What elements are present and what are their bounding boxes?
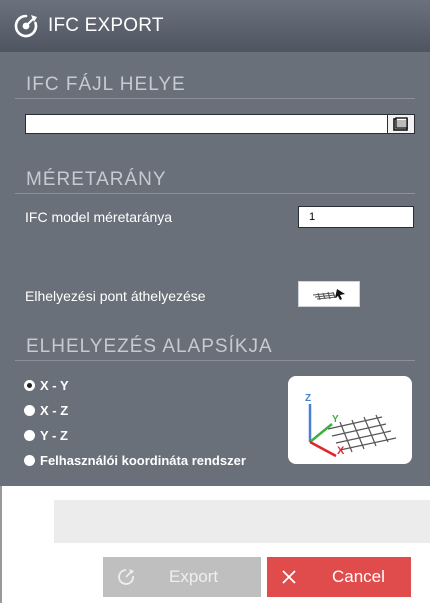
radio-option-ucs[interactable]: Felhasználói koordináta rendszer [24, 453, 246, 468]
section-title-file-location: IFC FÁJL HELYE [26, 74, 186, 95]
close-icon [282, 570, 296, 584]
section-divider [15, 360, 415, 361]
model-scale-label: IFC model méretaránya [25, 209, 173, 225]
cancel-button[interactable]: Cancel [267, 557, 411, 597]
section-divider [15, 193, 415, 194]
axis-z-label: Z [305, 393, 311, 404]
folder-icon [393, 117, 408, 131]
radio-button[interactable] [24, 455, 35, 466]
radio-option-yz[interactable]: Y - Z [24, 428, 68, 443]
window-title: IFC EXPORT [48, 15, 164, 36]
radio-option-xz[interactable]: X - Z [24, 403, 68, 418]
title-bar: IFC EXPORT [0, 0, 430, 52]
window-edge [0, 486, 2, 603]
move-placement-button[interactable] [298, 281, 360, 307]
browse-button[interactable] [387, 115, 414, 133]
cancel-button-label: Cancel [332, 567, 385, 586]
move-grid-icon [312, 289, 345, 301]
section-title-scale: MÉRETARÁNY [26, 169, 167, 190]
base-plane-preview: Z Y X [288, 376, 412, 464]
axis-x-label: X [337, 445, 345, 457]
export-refresh-icon [14, 14, 38, 38]
model-scale-input[interactable]: 1 [298, 206, 414, 228]
radio-button[interactable] [24, 430, 35, 441]
radio-label: Y - Z [40, 428, 68, 443]
radio-label: Felhasználói koordináta rendszer [40, 453, 246, 468]
radio-label: X - Y [40, 378, 69, 393]
export-button[interactable]: Export [103, 557, 261, 597]
coordinate-axes-icon: Z Y X [305, 393, 397, 458]
export-button-label: Export [169, 567, 219, 586]
radio-option-xy[interactable]: X - Y [24, 378, 69, 393]
move-placement-label: Elhelyezési pont áthelyezése [25, 288, 206, 304]
section-divider [15, 98, 415, 99]
file-path-input[interactable] [25, 114, 415, 134]
export-panel: IFC FÁJL HELYE MÉRETARÁNY IFC model mére… [0, 52, 430, 486]
radio-label: X - Z [40, 403, 69, 418]
radio-button-checked[interactable] [24, 380, 35, 391]
status-strip [54, 500, 430, 543]
radio-button[interactable] [24, 405, 35, 416]
axis-y-label: Y [332, 414, 339, 425]
section-title-base-plane: ELHELYEZÉS ALAPSÍKJA [26, 336, 273, 357]
export-icon [118, 569, 134, 585]
